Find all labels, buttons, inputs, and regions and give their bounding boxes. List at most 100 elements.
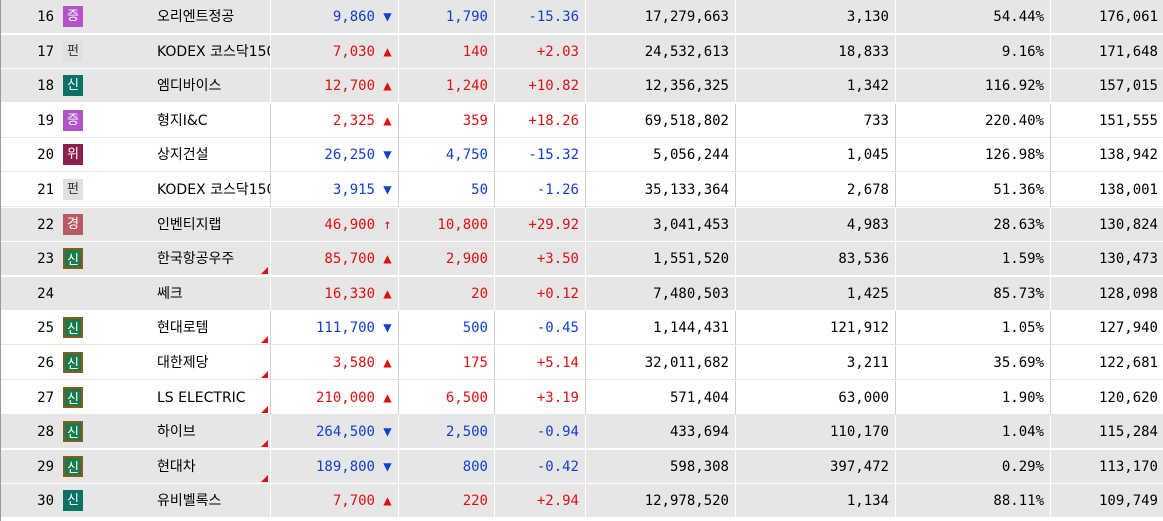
arrow-glyph: ▲ — [383, 78, 392, 95]
ratio-cell: 1.59% — [896, 242, 1051, 277]
table-row[interactable]: 19 증 형지I&C 2,325 ▲ 359 +18.26 69,518,802… — [1, 103, 1163, 138]
last-value-cell: 138,001 — [1051, 173, 1163, 207]
table-row[interactable]: 28 신 하이브 264,500 ▼ 2,500 -0.94 433,694 1… — [1, 415, 1163, 450]
table-row[interactable]: 18 신 엠디바이스 12,700 ▲ 1,240 +10.82 12,356,… — [1, 69, 1163, 104]
change-percent-value: +0.12 — [536, 285, 579, 302]
change-percent-cell: +3.19 — [495, 380, 586, 415]
volume-cell: 433,694 — [586, 415, 736, 450]
ratio-value: 28.63% — [993, 216, 1044, 233]
table-row[interactable]: 26 신 대한제당 3,580 ▲ 175 +5.14 32,011,682 3… — [1, 346, 1163, 380]
volume-cell: 24,532,613 — [586, 34, 736, 69]
stock-name-cell[interactable]: 하이브 — [71, 415, 271, 450]
last-value: 176,061 — [1098, 9, 1158, 25]
stock-name-cell[interactable]: 상지건설 — [71, 138, 271, 173]
stock-name-cell[interactable]: KODEX 코스닥150레 — [71, 34, 271, 69]
change-value: 175 — [462, 355, 488, 371]
stock-name-cell[interactable]: 유비벨록스 — [71, 484, 271, 519]
rank-label: 26 — [37, 355, 54, 371]
direction-arrow-icon: ▼ — [377, 311, 399, 346]
secondary-volume-cell: 3,211 — [736, 346, 896, 380]
rank-label: 17 — [37, 43, 54, 60]
volume-value: 7,480,503 — [653, 285, 729, 302]
table-row[interactable]: 24 쎄크 16,330 ▲ 20 +0.12 7,480,503 1,425 … — [1, 276, 1163, 311]
table-row[interactable]: 29 신 현대차 189,800 ▼ 800 -0.42 598,308 397… — [1, 449, 1163, 484]
table-row[interactable]: 27 신 LS ELECTRIC 210,000 ▲ 6,500 +3.19 5… — [1, 380, 1163, 415]
last-value: 115,284 — [1098, 424, 1158, 441]
stock-name-cell[interactable]: 한국항공우주 — [71, 242, 271, 277]
stock-name: 인벤티지랩 — [157, 216, 222, 233]
direction-arrow-icon: ▼ — [377, 0, 399, 34]
stock-name-cell[interactable]: KODEX 코스닥150선 — [71, 173, 271, 207]
table-row[interactable]: 25 신 현대로템 111,700 ▼ 500 -0.45 1,144,431 … — [1, 311, 1163, 346]
change-value: 2,900 — [445, 251, 488, 268]
rank-label: 19 — [37, 112, 54, 129]
change-percent-cell: +0.12 — [495, 276, 586, 311]
stock-name: 현대로템 — [157, 320, 209, 337]
stock-name-cell[interactable]: LS ELECTRIC — [71, 380, 271, 415]
secondary-volume-value: 1,045 — [846, 147, 889, 164]
secondary-volume-cell: 18,833 — [736, 34, 896, 69]
volume-value: 5,056,244 — [653, 147, 729, 164]
table-row[interactable]: 20 위 상지건설 26,250 ▼ 4,750 -15.32 5,056,24… — [1, 138, 1163, 173]
change-cell: 140 — [399, 34, 495, 69]
last-value-cell: 138,942 — [1051, 138, 1163, 172]
change-percent-value: +29.92 — [528, 216, 579, 233]
ratio-cell: 220.40% — [896, 103, 1051, 138]
secondary-volume-cell: 1,342 — [736, 69, 896, 104]
last-value: 127,940 — [1098, 320, 1158, 337]
direction-arrow-icon: ▲ — [377, 103, 399, 138]
last-value: 138,942 — [1098, 147, 1158, 164]
change-value: 220 — [462, 493, 488, 510]
volume-value: 598,308 — [669, 458, 729, 475]
price-value: 189,800 — [315, 458, 375, 475]
price-value: 264,500 — [315, 424, 375, 441]
stock-name-cell[interactable]: 오리엔트정공 — [71, 0, 271, 34]
arrow-glyph: ▼ — [383, 9, 392, 25]
stock-name-cell[interactable]: 대한제당 — [71, 346, 271, 380]
ratio-cell: 0.29% — [896, 449, 1051, 484]
corner-marker-icon — [261, 371, 268, 378]
stock-name-cell[interactable]: 쎄크 — [71, 276, 271, 311]
change-value: 1,240 — [445, 78, 488, 95]
secondary-volume-value: 3,211 — [846, 355, 889, 371]
stock-name: 하이브 — [157, 424, 196, 441]
stock-name: 형지I&C — [157, 112, 208, 129]
price-cell: 7,700 — [271, 484, 377, 518]
table-row[interactable]: 17 펀 KODEX 코스닥150레 7,030 ▲ 140 +2.03 24,… — [1, 34, 1163, 69]
price-value: 46,900 — [324, 216, 375, 233]
last-value: 157,015 — [1098, 78, 1158, 95]
stock-name-cell[interactable]: 현대로템 — [71, 311, 271, 346]
ratio-value: 0.29% — [1001, 458, 1044, 475]
volume-value: 32,011,682 — [644, 355, 729, 371]
table-row[interactable]: 22 경 인벤티지랩 46,900 ↑ 10,800 +29.92 3,041,… — [1, 207, 1163, 242]
table-row[interactable]: 16 증 오리엔트정공 9,860 ▼ 1,790 -15.36 17,279,… — [1, 0, 1163, 34]
arrow-glyph: ▼ — [383, 458, 392, 475]
change-percent-value: -0.45 — [536, 320, 579, 337]
change-cell: 500 — [399, 311, 495, 346]
arrow-glyph: ▼ — [383, 147, 392, 164]
arrow-glyph: ▼ — [383, 182, 392, 198]
change-value: 20 — [471, 285, 488, 302]
change-percent-cell: +18.26 — [495, 103, 586, 138]
table-row[interactable]: 21 펀 KODEX 코스닥150선 3,915 ▼ 50 -1.26 35,1… — [1, 173, 1163, 207]
change-percent-value: +5.14 — [536, 355, 579, 371]
price-cell: 3,915 — [271, 173, 377, 207]
price-cell: 210,000 — [271, 381, 377, 415]
change-cell: 1,240 — [399, 69, 495, 104]
secondary-volume-value: 1,425 — [846, 285, 889, 302]
stock-name-cell[interactable]: 인벤티지랩 — [71, 207, 271, 242]
stock-name: 오리엔트정공 — [157, 9, 235, 25]
stock-name-cell[interactable]: 엠디바이스 — [71, 69, 271, 104]
change-value: 800 — [462, 458, 488, 475]
volume-value: 433,694 — [669, 424, 729, 441]
table-row[interactable]: 30 신 유비벨록스 7,700 ▲ 220 +2.94 12,978,520 … — [1, 484, 1163, 519]
stock-name-cell[interactable]: 현대차 — [71, 449, 271, 484]
price-value: 111,700 — [315, 320, 375, 337]
price-value: 7,700 — [332, 493, 375, 510]
direction-arrow-icon: ▲ — [377, 242, 399, 277]
stock-name: 현대차 — [157, 458, 196, 475]
change-value: 10,800 — [437, 216, 488, 233]
table-row[interactable]: 23 신 한국항공우주 85,700 ▲ 2,900 +3.50 1,551,5… — [1, 242, 1163, 277]
stock-name-cell[interactable]: 형지I&C — [71, 103, 271, 138]
price-value: 26,250 — [324, 147, 375, 164]
